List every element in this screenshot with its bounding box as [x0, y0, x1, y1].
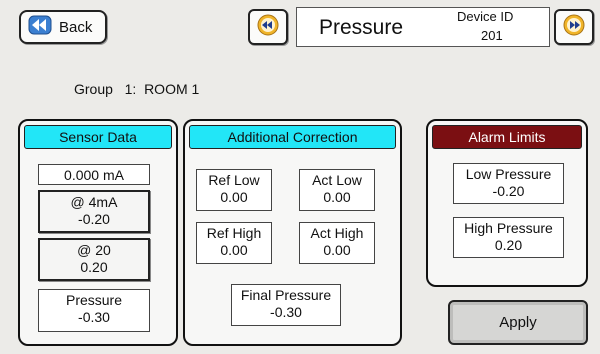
additional-correction-panel: Additional Correction Ref Low 0.00 Act L…	[183, 119, 402, 346]
device-id-label: Device ID	[457, 9, 514, 24]
at-20-value: 0.20	[80, 259, 108, 275]
act-low-field[interactable]: Act Low 0.00	[299, 169, 375, 211]
act-low-label: Act Low	[312, 172, 362, 188]
final-pressure-value: -0.30	[270, 304, 302, 320]
back-button-label: Back	[59, 18, 93, 36]
fast-forward-icon	[563, 14, 585, 41]
ref-high-value: 0.00	[220, 242, 248, 258]
final-pressure-field: Final Pressure -0.30	[231, 284, 341, 326]
act-high-field[interactable]: Act High 0.00	[299, 222, 375, 264]
sensor-pressure-field: Pressure -0.30	[38, 289, 150, 332]
title-panel: Pressure Device ID 201	[296, 7, 550, 47]
sensor-current-field: 0.000 mA	[38, 164, 150, 185]
ref-low-value: 0.00	[220, 189, 248, 205]
ref-low-field[interactable]: Ref Low 0.00	[196, 169, 272, 211]
calibrate-4ma-button[interactable]: @ 4mA -0.20	[38, 190, 150, 233]
group-number: 1:	[124, 81, 137, 97]
at-4ma-label: @ 4mA	[70, 194, 118, 210]
ref-high-label: Ref High	[206, 225, 262, 241]
calibrate-20ma-button[interactable]: @ 20 0.20	[38, 238, 150, 281]
at-20-label: @ 20	[77, 242, 111, 258]
group-name: ROOM 1	[144, 81, 200, 97]
at-4ma-value: -0.20	[78, 211, 110, 227]
low-pressure-value: -0.20	[492, 183, 525, 199]
page-title: Pressure	[319, 16, 404, 39]
high-pressure-label: High Pressure	[464, 220, 553, 236]
previous-device-button[interactable]	[248, 9, 288, 45]
rewind-icon	[257, 14, 279, 41]
device-id-value: 201	[481, 28, 503, 43]
alarm-limits-header: Alarm Limits	[432, 125, 582, 149]
sensor-pressure-label: Pressure	[65, 292, 123, 308]
act-high-value: 0.00	[323, 242, 351, 258]
ref-low-label: Ref Low	[208, 172, 260, 188]
low-pressure-label: Low Pressure	[465, 166, 552, 182]
sensor-pressure-value: -0.30	[78, 309, 110, 325]
apply-button[interactable]: Apply	[448, 300, 588, 345]
additional-correction-header: Additional Correction	[189, 125, 396, 149]
high-pressure-value: 0.20	[494, 237, 523, 253]
alarm-limits-panel: Alarm Limits Low Pressure -0.20 High Pre…	[426, 119, 588, 287]
ref-high-field[interactable]: Ref High 0.00	[196, 222, 272, 264]
sensor-data-header: Sensor Data	[24, 125, 172, 149]
final-pressure-label: Final Pressure	[240, 287, 332, 303]
back-button[interactable]: Back	[19, 10, 107, 44]
sensor-data-panel: Sensor Data 0.000 mA @ 4mA -0.20 @ 20 0.…	[18, 119, 178, 346]
group-line: Group 1: ROOM 1	[74, 81, 199, 97]
act-low-value: 0.00	[323, 189, 351, 205]
next-device-button[interactable]	[554, 9, 594, 45]
low-pressure-field[interactable]: Low Pressure -0.20	[453, 163, 564, 204]
group-label: Group	[74, 81, 113, 97]
back-arrow-icon	[28, 15, 52, 39]
high-pressure-field[interactable]: High Pressure 0.20	[453, 217, 564, 258]
act-high-label: Act High	[310, 225, 364, 241]
